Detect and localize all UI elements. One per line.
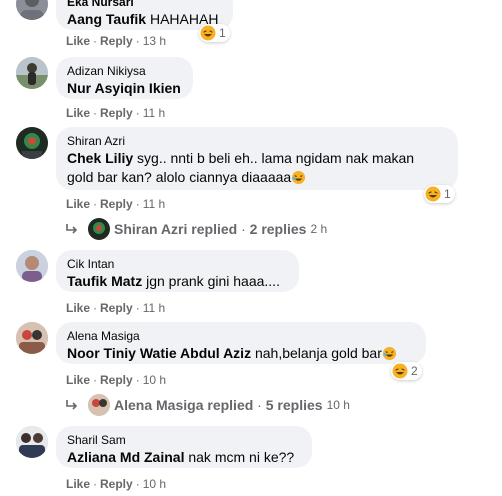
- reply-button[interactable]: Reply: [100, 106, 133, 120]
- comment-bubble: Sharil Sam Azliana Md Zainal nak mcm ni …: [56, 426, 312, 468]
- haha-reaction-icon: [425, 186, 441, 202]
- replies-timestamp: 2 h: [310, 222, 328, 236]
- timestamp[interactable]: 10 h: [143, 477, 166, 491]
- avatar[interactable]: [16, 57, 48, 89]
- rofl-emoji-icon: [291, 170, 306, 190]
- avatar-photo: [16, 250, 48, 282]
- view-replies-link[interactable]: Shiran Azri replied · 2 replies 2 h: [64, 218, 327, 240]
- reaction-badge[interactable]: 2: [391, 362, 422, 380]
- replies-action: replied: [207, 397, 254, 413]
- comment-author[interactable]: Sharil Sam: [67, 433, 301, 448]
- like-button[interactable]: Like: [66, 106, 90, 120]
- avatar: [88, 394, 110, 416]
- avatar-photo: [16, 426, 48, 458]
- comment-text: nak mcm ni ke??: [188, 449, 295, 465]
- comment-author[interactable]: Eka Nursari: [67, 0, 222, 10]
- avatar-photo: [16, 57, 48, 89]
- comment-text-line2: gold bar kan? alolo ciannya diaaaaa: [67, 169, 292, 185]
- reaction-badge[interactable]: 1: [199, 24, 230, 42]
- replies-action: replied: [191, 221, 238, 237]
- avatar[interactable]: [16, 322, 48, 354]
- reply-button[interactable]: Reply: [100, 34, 133, 48]
- reply-button[interactable]: Reply: [100, 477, 133, 491]
- avatar[interactable]: [16, 127, 48, 159]
- comment-text: jgn prank gini haaa....: [146, 273, 280, 289]
- comment-actions: Like · Reply · 10 h: [66, 373, 167, 387]
- reaction-badge[interactable]: 1: [424, 185, 455, 203]
- tagged-user[interactable]: Taufik Matz: [67, 273, 142, 289]
- replies-count: 2 replies: [249, 221, 307, 237]
- reaction-count: 1: [219, 26, 226, 40]
- avatar-photo: [16, 322, 48, 354]
- comment-bubble: Adizan Nikiysa Nur Asyiqin Ikien: [56, 57, 193, 99]
- avatar[interactable]: [16, 250, 48, 282]
- timestamp[interactable]: 13 h: [143, 34, 166, 48]
- timestamp[interactable]: 11 h: [143, 301, 165, 315]
- reply-arrow-icon: [66, 400, 78, 410]
- tagged-user[interactable]: Azliana Md Zainal: [67, 449, 184, 465]
- tagged-user[interactable]: Aang Taufik: [67, 11, 146, 27]
- comment-bubble: Cik Intan Taufik Matz jgn prank gini haa…: [56, 250, 299, 292]
- avatar[interactable]: [16, 0, 48, 20]
- like-button[interactable]: Like: [66, 34, 90, 48]
- comment-author[interactable]: Cik Intan: [67, 257, 288, 272]
- avatar-photo: [16, 127, 48, 159]
- reaction-count: 2: [411, 364, 418, 378]
- reply-button[interactable]: Reply: [100, 301, 133, 315]
- reply-button[interactable]: Reply: [100, 197, 133, 211]
- avatar[interactable]: [16, 426, 48, 458]
- timestamp[interactable]: 11 h: [143, 197, 165, 211]
- view-replies-link[interactable]: Alena Masiga replied · 5 replies 10 h: [64, 394, 350, 416]
- haha-reaction-icon: [392, 363, 408, 379]
- tagged-user[interactable]: Nur Asyiqin Ikien: [67, 80, 181, 96]
- comment-text: nah,belanja gold bar: [254, 345, 382, 361]
- replies-timestamp: 10 h: [326, 398, 350, 412]
- tagged-user[interactable]: Chek Liliy: [67, 150, 133, 166]
- comment-actions: Like · Reply · 10 h: [66, 477, 167, 491]
- avatar: [88, 218, 110, 240]
- like-button[interactable]: Like: [66, 477, 90, 491]
- reaction-count: 1: [444, 187, 451, 201]
- comment-author[interactable]: Alena Masiga: [67, 329, 415, 344]
- tagged-user[interactable]: Noor Tiniy Watie Abdul Aziz: [67, 345, 251, 361]
- timestamp[interactable]: 10 h: [143, 373, 166, 387]
- haha-reaction-icon: [200, 25, 216, 41]
- timestamp[interactable]: 11 h: [143, 106, 165, 120]
- comment-text-line1: syg.. nnti b beli eh.. lama ngidam nak m…: [137, 150, 415, 166]
- avatar-photo: [88, 394, 110, 416]
- replies-author: Shiran Azri: [114, 221, 188, 237]
- like-button[interactable]: Like: [66, 197, 90, 211]
- like-button[interactable]: Like: [66, 373, 90, 387]
- comment-actions: Like · Reply · 13 h: [66, 34, 167, 48]
- comment-bubble: Shiran Azri Chek Liliy syg.. nnti b beli…: [56, 127, 458, 190]
- comment-actions: Like · Reply · 11 h: [66, 197, 166, 211]
- like-button[interactable]: Like: [66, 301, 90, 315]
- comment-author[interactable]: Shiran Azri: [67, 134, 447, 149]
- reply-button[interactable]: Reply: [100, 373, 133, 387]
- comment-author[interactable]: Adizan Nikiysa: [67, 64, 182, 79]
- avatar-photo: [88, 218, 110, 240]
- comment-bubble: Alena Masiga Noor Tiniy Watie Abdul Aziz…: [56, 322, 426, 364]
- avatar-photo: [16, 0, 48, 20]
- reply-arrow-icon: [66, 224, 78, 234]
- comment-actions: Like · Reply · 11 h: [66, 301, 166, 315]
- comment-actions: Like · Reply · 11 h: [66, 106, 166, 120]
- replies-author: Alena Masiga: [114, 397, 204, 413]
- replies-count: 5 replies: [265, 397, 323, 413]
